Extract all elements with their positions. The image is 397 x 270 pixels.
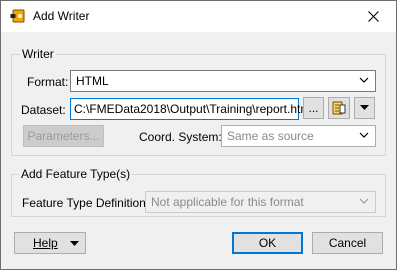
coord-system-label: Coord. System: xyxy=(139,130,222,144)
browse-button-label: ... xyxy=(308,101,319,115)
fme-writer-icon xyxy=(10,9,25,23)
help-button-label: Help xyxy=(33,236,58,250)
coord-system-value: Same as source xyxy=(227,129,314,143)
close-button[interactable] xyxy=(351,1,396,32)
caret-down-icon xyxy=(360,105,369,110)
chevron-down-icon xyxy=(359,132,369,138)
feature-type-group-label: Add Feature Type(s) xyxy=(19,167,133,181)
cancel-button[interactable]: Cancel xyxy=(312,232,383,254)
ok-button[interactable]: OK xyxy=(232,232,303,254)
close-icon xyxy=(368,11,379,22)
title-bar: Add Writer xyxy=(1,1,396,32)
chevron-down-icon xyxy=(359,198,369,204)
chevron-down-icon xyxy=(359,77,369,83)
caret-down-icon xyxy=(70,241,79,246)
file-browse-icon xyxy=(332,101,346,115)
parameters-button[interactable]: Parameters... xyxy=(23,125,104,147)
dataset-label: Dataset: xyxy=(21,103,66,117)
file-options-button[interactable] xyxy=(328,97,350,119)
dataset-value: C:\FMEData2018\Output\Training\report.ht… xyxy=(74,102,313,116)
format-select[interactable]: HTML xyxy=(70,70,376,92)
feature-type-definition-value: Not applicable for this format xyxy=(151,195,304,209)
feature-type-definition-select[interactable]: Not applicable for this format xyxy=(145,191,376,213)
parameters-button-label: Parameters... xyxy=(27,129,100,143)
dialog-title: Add Writer xyxy=(33,9,90,23)
help-button[interactable]: Help xyxy=(14,232,86,254)
coord-system-select[interactable]: Same as source xyxy=(221,125,376,147)
dataset-input[interactable]: C:\FMEData2018\Output\Training\report.ht… xyxy=(70,98,313,120)
format-label: Format: xyxy=(27,75,69,89)
dataset-menu-button[interactable] xyxy=(354,97,375,119)
writer-group-label: Writer xyxy=(20,47,56,61)
format-value: HTML xyxy=(76,74,109,88)
feature-type-definition-label: Feature Type Definition: xyxy=(22,196,150,210)
add-writer-dialog: Add Writer Writer Format: HTML Dataset: … xyxy=(0,0,397,270)
ok-button-label: OK xyxy=(258,236,277,250)
cancel-button-label: Cancel xyxy=(328,236,367,250)
browse-button[interactable]: ... xyxy=(303,97,324,119)
